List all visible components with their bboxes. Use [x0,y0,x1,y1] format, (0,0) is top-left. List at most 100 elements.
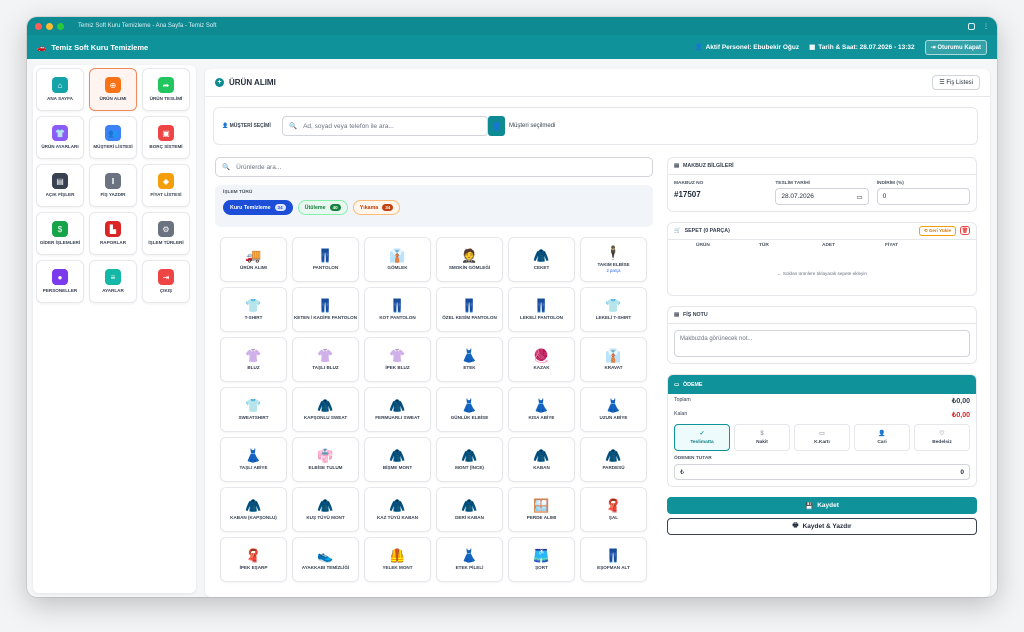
product-card[interactable]: 👚 TAŞLI BLUZ [292,337,359,382]
add-customer-button[interactable]: 👤 [488,116,505,136]
product-card[interactable]: 👗 GÜNLÜK ELBİSE [436,387,503,432]
sidebar-item[interactable]: ◆ FİYAT LİSTESİ [142,164,190,207]
payment-method-label: Bedelsiz [932,440,952,445]
maximize-dot[interactable] [57,22,64,30]
sidebar-item[interactable]: ▣ BORÇ SİSTEMİ [142,116,190,159]
product-card[interactable]: 🧥 KUŞ TÜYÜ MONT [292,487,359,532]
sidebar-item[interactable]: ⚙ İŞLEM TÜRLERİ [142,212,190,255]
payment-method[interactable]: ♡ Bedelsiz [914,424,970,451]
discount-input[interactable]: 0 [876,188,970,205]
product-card[interactable]: 🧥 CEKET [508,237,575,282]
product-card[interactable]: 👖 ÖZEL KESİM PANTOLON [436,287,503,332]
product-card[interactable]: 👕 T-SHIRT [220,287,287,332]
minimize-dot[interactable] [46,22,53,30]
product-card[interactable]: 👕 SWEATSHIRT [220,387,287,432]
note-icon: ▤ [674,312,680,318]
product-card[interactable]: 🧥 KAZ TÜYÜ KABAN [364,487,431,532]
sidebar-item[interactable]: ⇥ ÇIKIŞ [142,260,190,303]
sidebar-item[interactable]: 👥 MÜŞTERİ LİSTESİ [89,116,137,159]
product-card[interactable]: 🚚 ÜRÜN ALIMI [220,237,287,282]
product-card[interactable]: 🧣 İPEK EŞARP [220,537,287,582]
restore-button[interactable]: ⟲ Geri Yükle [918,226,956,236]
window-icon[interactable] [968,22,975,30]
payment-method[interactable]: $ Nakit [734,424,790,451]
note-input[interactable]: Makbuzda görünecek not... [674,330,970,357]
product-card[interactable]: 👗 TAŞLI ABİYE [220,437,287,482]
receipt-list-button[interactable]: ☰ Fiş Listesi [932,75,980,90]
customer-search-input[interactable]: 🔍 Ad, soyad veya telefon ile ara... [282,116,488,136]
sidebar-item[interactable]: 👕 ÜRÜN AYARLARI [36,116,84,159]
product-icon: 🪟 [533,497,550,513]
product-icon: 🧥 [389,447,406,463]
product-card[interactable]: 👖 LEKELİ PANTOLON [508,287,575,332]
product-card[interactable]: 👖 EŞOFMAN ALT [580,537,647,582]
product-card[interactable]: 🧥 MONT (İNCE) [436,437,503,482]
product-label: SWEATSHIRT [238,414,269,420]
product-card[interactable]: 👚 İPEK BLUZ [364,337,431,382]
product-label: ETEK [463,364,476,370]
sidebar-item[interactable]: ▙ RAPORLAR [89,212,137,255]
close-dot[interactable] [35,22,42,30]
product-card[interactable]: 🧥 KABAN (KAPŞONLU) [220,487,287,532]
sidebar-item[interactable]: ⊕ ÜRÜN ALIMI [89,68,137,111]
sidebar-item[interactable]: ⌂ ANA SAYFA [36,68,84,111]
product-card[interactable]: 🧥 PARDESÜ [580,437,647,482]
product-label: EŞOFMAN ALT [597,564,630,570]
product-card[interactable]: 👕 LEKELİ T-SHIRT [580,287,647,332]
product-card[interactable]: 👗 KISA ABİYE [508,387,575,432]
product-card[interactable]: 🤵 SMOKİN GÖMLEĞİ [436,237,503,282]
product-icon: 👖 [389,297,406,313]
product-label: KABAN (KAPŞONLU) [230,514,277,520]
sidebar-item[interactable]: ➦ ÜRÜN TESLİMİ [142,68,190,111]
product-card[interactable]: 🧥 DERİ KABAN [436,487,503,532]
sidebar-item[interactable]: ‖ FİŞ YAZDIR [89,164,137,207]
product-card[interactable]: 🧥 KAPŞONLU SWEAT [292,387,359,432]
sidebar-item[interactable]: $ GİDER İŞLEMLERİ [36,212,84,255]
cart-panel: 🛒 SEPET (0 PARÇA) ⟲ Geri Yükle 🗑 ÜRÜN TÜR AD… [667,222,977,296]
sidebar-item[interactable]: ≡ AYARLAR [89,260,137,303]
product-icon: 🧥 [461,497,478,513]
note-panel: ▤ FİŞ NOTU Makbuzda görünecek not... [667,306,977,364]
payment-method[interactable]: ▭ K.Kartı [794,424,850,451]
product-card[interactable]: 🧥 KABAN [508,437,575,482]
product-card[interactable]: 🕴 TAKIM ELBİSE 2 parça [580,237,647,282]
product-card[interactable]: 👘 ELBİSE TULUM [292,437,359,482]
product-card[interactable]: 🧣 ŞAL [580,487,647,532]
save-print-button[interactable]: 🖶 Kaydet & Yazdır [667,518,977,535]
product-card[interactable]: 👟 AYAKKABI TEMİZLİĞİ [292,537,359,582]
calendar-icon[interactable]: ▭ [857,193,863,201]
product-label: TAKIM ELBİSE [597,261,630,267]
product-card[interactable]: 🧥 FERMUARLI SWEAT [364,387,431,432]
product-label: ŞORT [535,564,548,570]
product-card[interactable]: 🪟 PERDE ALIMI [508,487,575,532]
sidebar-item[interactable]: ● PERSONELLER [36,260,84,303]
product-card[interactable]: 👔 GÖMLEK [364,237,431,282]
product-card[interactable]: 👗 ETEK [436,337,503,382]
product-card[interactable]: 🩳 ŞORT [508,537,575,582]
product-card[interactable]: 👖 KOT PANTOLON [364,287,431,332]
logout-button[interactable]: ⇥ Oturumu Kapat [924,39,987,55]
save-button[interactable]: 💾 Kaydet [667,497,977,514]
product-search-input[interactable]: 🔍 Ürünlerde ara... [215,157,653,177]
process-chip[interactable]: Kuru Temizleme 34 [223,200,293,215]
product-card[interactable]: 👔 KRAVAT [580,337,647,382]
product-card[interactable]: 👖 KETEN / KADİFE PANTOLON [292,287,359,332]
payment-method[interactable]: ✓ Teslimatta [674,424,730,451]
payment-method[interactable]: 👤 Cari [854,424,910,451]
product-card[interactable]: 👗 ETEK PİLELİ [436,537,503,582]
product-card[interactable]: 👖 PANTOLON [292,237,359,282]
product-card[interactable]: 👗 UZUN ABİYE [580,387,647,432]
sidebar-item[interactable]: ▤ AÇIK FİŞLER [36,164,84,207]
process-chip[interactable]: Ütüleme 40 [297,200,348,215]
product-label: BLUZ [247,364,260,370]
delivery-date-input[interactable]: 28.07.2026 ▭ [775,188,869,205]
paid-amount-input[interactable]: ₺ 0 [674,464,970,480]
more-icon[interactable]: ⋮ [983,23,989,30]
product-card[interactable]: 👚 BLUZ [220,337,287,382]
product-card[interactable]: 🧥 BİŞME MONT [364,437,431,482]
process-chip[interactable]: Yıkama 34 [352,200,401,215]
product-card[interactable]: 🦺 YELEK MONT [364,537,431,582]
trash-icon[interactable]: 🗑 [960,226,970,235]
product-card[interactable]: 🧶 KAZAK [508,337,575,382]
product-icon: 🧥 [317,397,334,413]
